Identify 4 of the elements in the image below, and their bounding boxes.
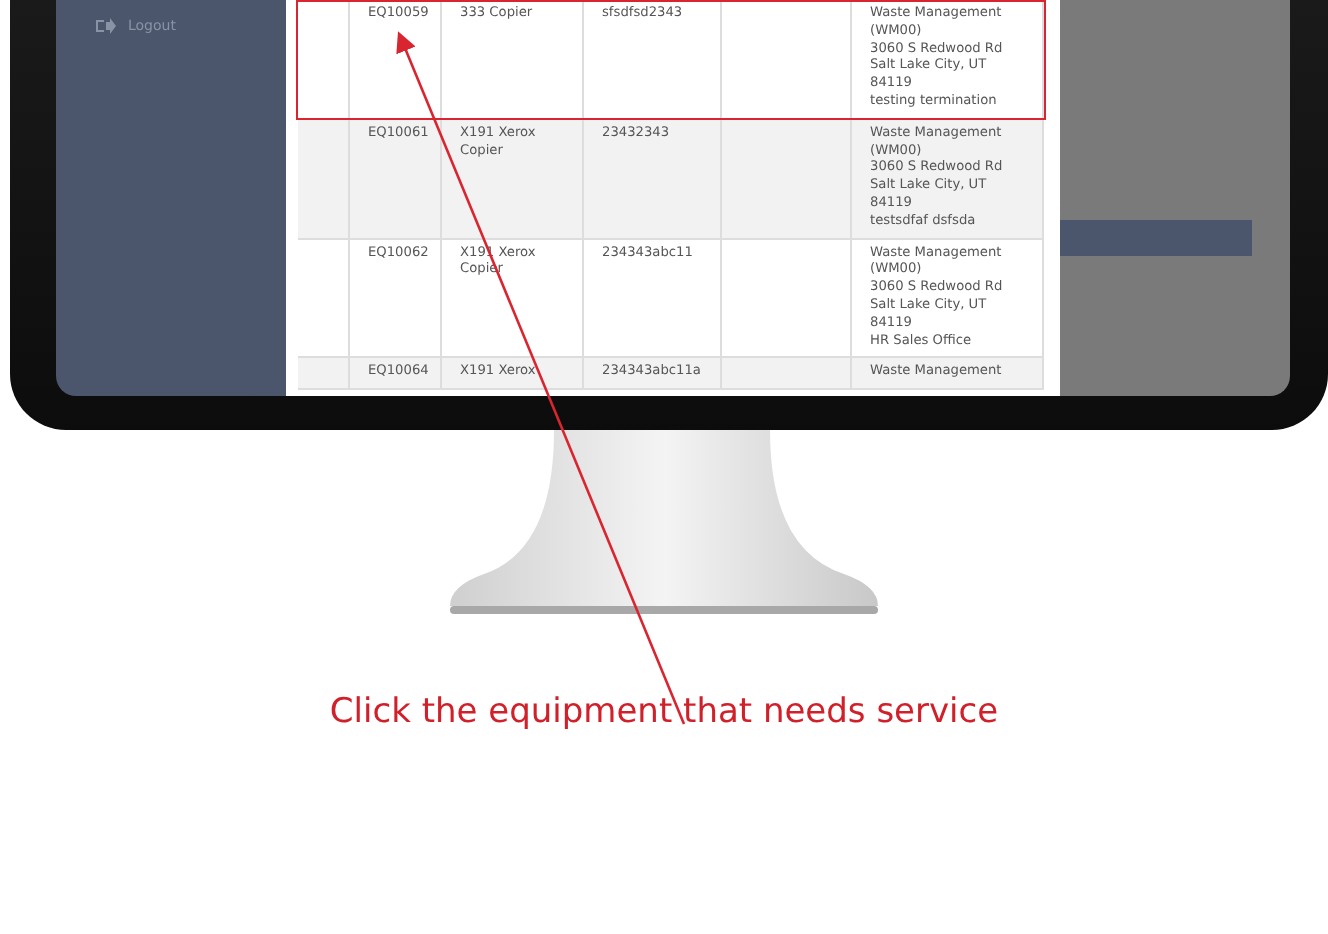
table-cell xyxy=(722,119,852,240)
table-cell xyxy=(722,358,852,391)
instruction-text: Click the equipment that needs service xyxy=(327,690,1001,736)
logout-icon xyxy=(96,18,116,34)
